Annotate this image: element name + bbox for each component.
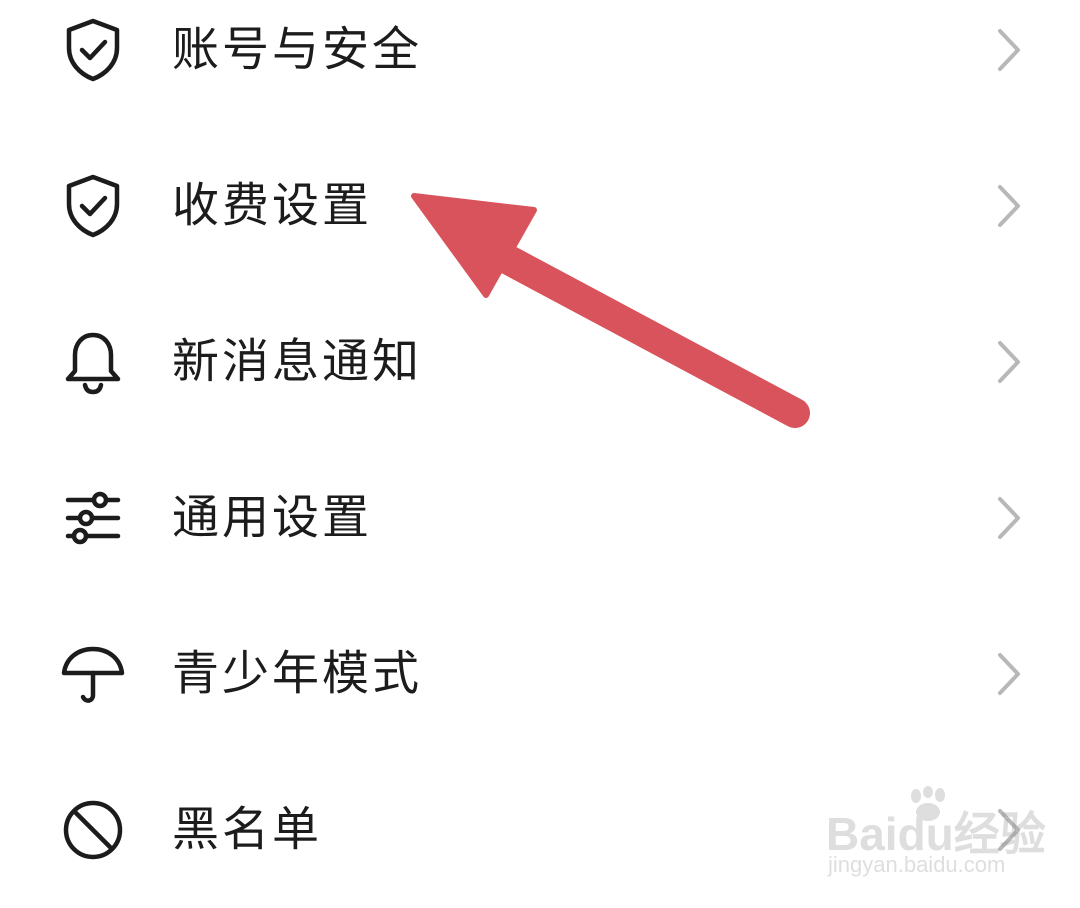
menu-item-label: 新消息通知 [172,334,422,390]
menu-item-fee-settings[interactable]: 收费设置 [0,128,1080,284]
menu-item-account-security[interactable]: 账号与安全 [0,0,1080,128]
chevron-right-icon [992,183,1026,229]
menu-item-new-message-notification[interactable]: 新消息通知 [0,284,1080,440]
menu-item-label: 通用设置 [172,490,372,546]
umbrella-icon [58,639,128,709]
menu-item-label: 收费设置 [172,178,372,234]
sliders-icon [58,483,128,553]
shield-check-icon [58,171,128,241]
chevron-right-icon [992,807,1026,853]
chevron-right-icon [992,27,1026,73]
chevron-right-icon [992,339,1026,385]
bell-icon [58,327,128,397]
menu-item-label: 黑名单 [172,802,322,858]
block-icon [58,795,128,865]
chevron-right-icon [992,495,1026,541]
chevron-right-icon [992,651,1026,697]
settings-menu: 账号与安全 收费设置 新消息通知 通用设置 青少年模式 黑名单 [0,0,1080,900]
menu-item-label: 账号与安全 [172,22,422,78]
shield-check-icon [58,15,128,85]
menu-item-youth-mode[interactable]: 青少年模式 [0,596,1080,752]
menu-item-label: 青少年模式 [172,646,422,702]
menu-item-blacklist[interactable]: 黑名单 [0,752,1080,908]
menu-item-general-settings[interactable]: 通用设置 [0,440,1080,596]
